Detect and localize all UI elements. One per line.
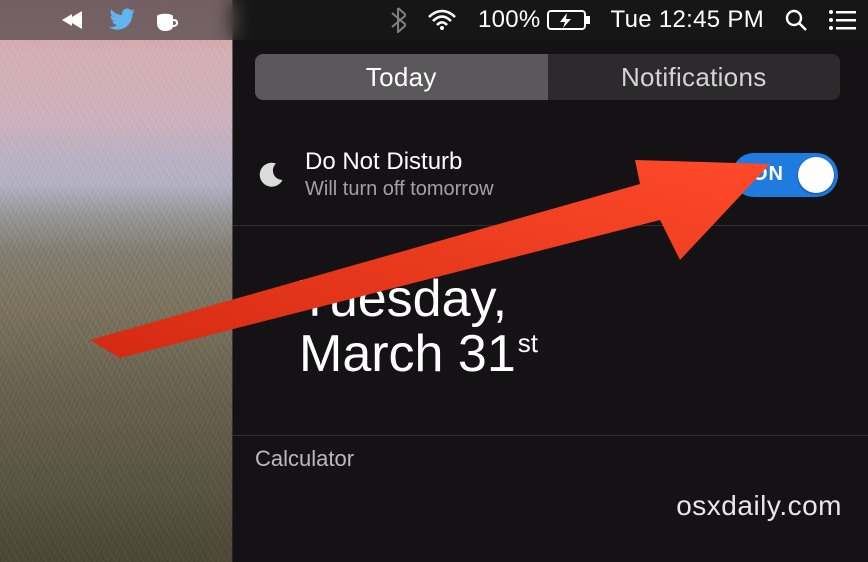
today-date: Tuesday, March 31st (299, 272, 868, 381)
moon-icon (257, 161, 285, 189)
twitter-icon[interactable] (108, 0, 136, 40)
dnd-subtitle: Will turn off tomorrow (305, 178, 494, 201)
date-line-2-prefix: March 31 (299, 325, 516, 383)
date-ordinal-suffix: st (518, 328, 538, 358)
segmented-control: Today Notifications (255, 54, 840, 100)
arrows-icon[interactable] (60, 0, 90, 40)
battery-charging-icon[interactable] (547, 0, 591, 40)
bluetooth-icon[interactable] (390, 0, 406, 40)
wifi-icon[interactable] (426, 0, 458, 40)
dnd-title: Do Not Disturb (305, 148, 494, 176)
watermark-text: osxdaily.com (676, 490, 842, 522)
calculator-widget-header[interactable]: Calculator (233, 436, 868, 472)
coffee-icon[interactable] (154, 0, 182, 40)
dnd-toggle-label: ON (752, 163, 784, 186)
tab-today[interactable]: Today (255, 54, 548, 100)
date-line-1: Tuesday, (299, 272, 868, 327)
menu-bar-clock[interactable]: Tue 12:45 PM (611, 6, 764, 34)
desktop-wallpaper (0, 0, 233, 562)
toggle-knob (798, 157, 834, 193)
notification-center-panel: Today Notifications Do Not Disturb Will … (233, 40, 868, 562)
dnd-toggle[interactable]: ON (732, 153, 838, 197)
list-icon[interactable] (828, 0, 856, 40)
search-icon[interactable] (784, 0, 808, 40)
tab-notifications[interactable]: Notifications (548, 54, 841, 100)
date-line-2: March 31st (299, 327, 868, 382)
menu-bar: 100% Tue 12:45 PM (0, 0, 868, 40)
tab-notifications-label: Notifications (621, 62, 767, 93)
battery-percent: 100% (478, 6, 541, 34)
do-not-disturb-row: Do Not Disturb Will turn off tomorrow ON (233, 136, 868, 226)
tab-today-label: Today (366, 62, 437, 93)
